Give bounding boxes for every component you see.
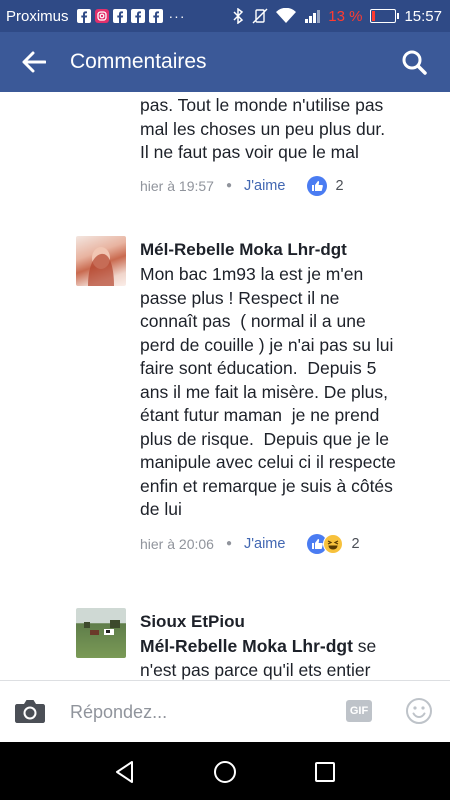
comment-author[interactable]: Mél-Rebelle Moka Lhr-dgt bbox=[140, 238, 445, 261]
avatar[interactable] bbox=[76, 236, 126, 286]
gif-button[interactable]: GIF bbox=[346, 700, 372, 722]
nav-home-icon[interactable] bbox=[212, 759, 238, 785]
status-right: 13 % 15:57 bbox=[232, 0, 442, 32]
comment-line: passe plus ! Respect il ne bbox=[140, 287, 340, 308]
comment: pas. Tout le monde n'utilise pas mal les… bbox=[140, 94, 440, 196]
reply-bar: GIF bbox=[0, 680, 450, 743]
haha-reaction-icon bbox=[323, 533, 344, 554]
comment-line: pas. Tout le monde n'utilise pas bbox=[140, 95, 384, 115]
comment-text-fragment: se bbox=[352, 636, 377, 656]
instagram-icon bbox=[94, 9, 109, 23]
battery-level bbox=[372, 11, 376, 21]
comment: Mél-Rebelle Moka Lhr-dgt Mon bac 1m93 la… bbox=[140, 238, 445, 554]
navigation-bar bbox=[0, 742, 450, 800]
search-icon bbox=[402, 50, 427, 75]
signal-icon bbox=[305, 10, 321, 23]
comment-line: connaît pas ( normal il a une bbox=[140, 311, 366, 331]
comment-line: enfin et remarque je suis à côtés bbox=[140, 475, 393, 496]
facebook-icon bbox=[148, 9, 163, 23]
facebook-icon bbox=[76, 9, 91, 23]
comment-time: hier à 20:06 bbox=[140, 535, 214, 552]
comment-line: ans il me fait la misère. De plus, bbox=[140, 381, 389, 402]
comment-text: pas. Tout le monde n'utilise pas mal les… bbox=[140, 94, 440, 165]
bluetooth-icon bbox=[233, 8, 244, 24]
mention-link[interactable]: Mél-Rebelle Moka Lhr-dgt bbox=[140, 636, 353, 656]
page-title: Commentaires bbox=[70, 50, 207, 73]
battery-percent: 13 % bbox=[328, 7, 363, 25]
app-bar: Commentaires bbox=[0, 32, 450, 92]
notification-icons bbox=[76, 9, 163, 23]
comment-line: de lui bbox=[140, 499, 182, 519]
comment-line: mal les choses un peu plus dur. bbox=[140, 118, 386, 139]
search-button[interactable] bbox=[394, 42, 434, 82]
reactions[interactable]: 2 bbox=[307, 175, 344, 196]
carrier-name: Proximus bbox=[6, 7, 69, 25]
comments-list: pas. Tout le monde n'utilise pas mal les… bbox=[0, 92, 450, 680]
nav-back-icon[interactable] bbox=[112, 759, 138, 785]
status-bar: Proximus ··· 13 % 15:57 bbox=[0, 0, 450, 32]
clock: 15:57 bbox=[404, 7, 442, 25]
comment-line: Il ne faut pas voir que le mal bbox=[140, 142, 359, 162]
comment: Sioux EtPiou Mél-Rebelle Moka Lhr-dgt se… bbox=[140, 610, 445, 680]
battery-icon bbox=[370, 9, 400, 23]
reaction-count: 2 bbox=[351, 535, 360, 552]
reactions[interactable]: 2 bbox=[307, 533, 360, 554]
vibrate-off-icon bbox=[252, 8, 268, 24]
wifi-icon bbox=[276, 8, 297, 23]
comment-line: Mél-Rebelle Moka Lhr-dgt se bbox=[140, 635, 445, 659]
comment-meta: hier à 19:57 ● J'aime 2 bbox=[140, 175, 440, 196]
back-arrow-icon bbox=[22, 51, 46, 73]
reaction-count: 2 bbox=[335, 177, 344, 194]
comment-meta: hier à 20:06 ● J'aime 2 bbox=[140, 533, 445, 554]
comment-line: faire sont éducation. Depuis 5 bbox=[140, 358, 377, 378]
like-reaction-icon bbox=[307, 175, 328, 196]
avatar[interactable] bbox=[76, 608, 126, 658]
facebook-icon bbox=[112, 9, 127, 23]
comment-author[interactable]: Sioux EtPiou bbox=[140, 610, 445, 633]
separator-dot: ● bbox=[225, 180, 232, 191]
separator-dot: ● bbox=[225, 538, 232, 549]
back-button[interactable] bbox=[14, 42, 54, 82]
comment-text: Mél-Rebelle Moka Lhr-dgt se n'est pas pa… bbox=[140, 635, 445, 680]
more-notifications-icon: ··· bbox=[168, 8, 186, 24]
comment-line: étant futur maman je ne prend bbox=[140, 405, 380, 425]
comment-line: perd de couille ) je n'ai pas su lui bbox=[140, 334, 394, 355]
comment-line: Mon bac 1m93 la est je m'en bbox=[140, 264, 364, 284]
comment-time: hier à 19:57 bbox=[140, 177, 214, 194]
like-button[interactable]: J'aime bbox=[244, 178, 285, 194]
nav-recents-icon[interactable] bbox=[312, 759, 338, 785]
reply-input[interactable] bbox=[70, 699, 330, 725]
camera-icon[interactable] bbox=[14, 698, 46, 724]
comment-text: Mon bac 1m93 la est je m'en passe plus !… bbox=[140, 263, 445, 522]
comment-line: plus de risque. Depuis que je le bbox=[140, 428, 390, 449]
like-button[interactable]: J'aime bbox=[244, 536, 285, 552]
facebook-icon bbox=[130, 9, 145, 23]
comment-line: manipule avec celui ci il respecte bbox=[140, 452, 396, 472]
sticker-icon[interactable] bbox=[405, 697, 433, 725]
comment-line: n'est pas parce qu'il ets entier bbox=[140, 659, 371, 680]
